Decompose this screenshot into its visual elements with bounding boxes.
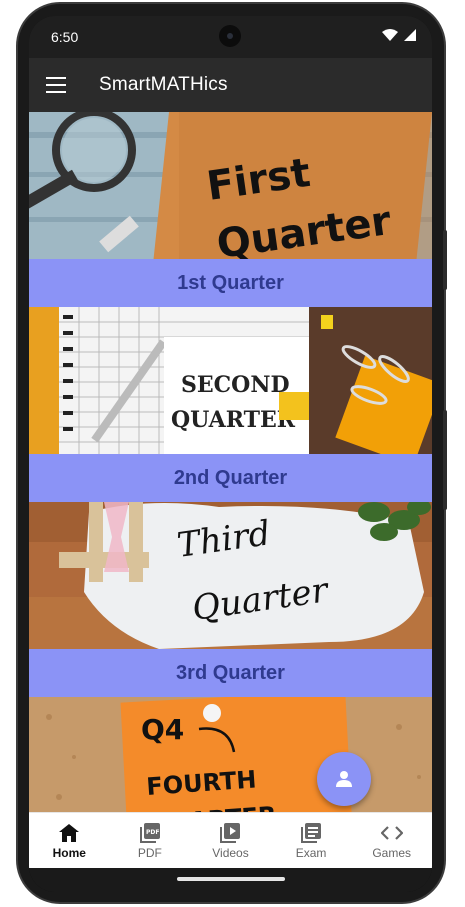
quarter-card-4[interactable]: Q4 FOURTH QUARTER bbox=[29, 697, 432, 812]
bottom-navigation: Home PDF PDF Videos Exam Games bbox=[29, 812, 432, 868]
nav-label-home: Home bbox=[52, 845, 86, 860]
second-quarter-image: SECOND QUARTER bbox=[29, 307, 432, 454]
front-camera bbox=[219, 25, 241, 47]
fourth-quarter-image: Q4 FOURTH QUARTER bbox=[29, 697, 432, 812]
volume-button bbox=[443, 410, 447, 510]
gesture-bar[interactable] bbox=[29, 868, 432, 892]
first-quarter-image: First Quarter bbox=[29, 112, 432, 259]
video-library-icon bbox=[220, 822, 241, 844]
nav-label-videos: Videos bbox=[212, 845, 249, 860]
exam-icon bbox=[301, 822, 322, 844]
code-icon bbox=[380, 822, 403, 844]
signal-icon bbox=[404, 29, 416, 41]
nav-item-pdf[interactable]: PDF PDF bbox=[110, 813, 191, 868]
quarter-card-1[interactable]: First Quarter 1st Quarter bbox=[29, 112, 432, 307]
nav-item-games[interactable]: Games bbox=[351, 813, 432, 868]
quarter-card-2[interactable]: SECOND QUARTER 2nd Quarter bbox=[29, 307, 432, 502]
power-button bbox=[443, 230, 447, 290]
quarter-card-3[interactable]: Third Quarter 3rd Quarter bbox=[29, 502, 432, 697]
profile-fab-button[interactable] bbox=[317, 752, 371, 806]
pdf-icon: PDF bbox=[139, 822, 160, 844]
image-text-q4: Q4 bbox=[141, 713, 184, 746]
person-icon bbox=[336, 771, 352, 787]
nav-label-games: Games bbox=[372, 845, 412, 860]
quarter-list[interactable]: First Quarter 1st Quarter SECOND QUARTER… bbox=[29, 112, 432, 812]
image-text-quarter-2: QUARTER bbox=[171, 407, 296, 433]
nav-label-pdf: PDF bbox=[137, 845, 162, 860]
status-time: 6:50 bbox=[51, 29, 79, 45]
third-quarter-image: Third Quarter bbox=[29, 502, 432, 649]
menu-icon[interactable] bbox=[46, 77, 66, 93]
quarter-label-2: 2nd Quarter bbox=[29, 454, 432, 502]
status-bar: 6:50 bbox=[29, 16, 432, 58]
quarter-label-1: 1st Quarter bbox=[29, 259, 432, 307]
wifi-icon bbox=[382, 29, 398, 41]
image-text-second: SECOND bbox=[181, 372, 290, 398]
app-bar: SmartMATHics bbox=[29, 58, 432, 112]
phone-screen: 6:50 SmartMATHics First Quarter 1st Quar… bbox=[29, 16, 432, 892]
home-icon bbox=[59, 822, 80, 844]
nav-label-exam: Exam bbox=[295, 845, 327, 860]
nav-item-exam[interactable]: Exam bbox=[271, 813, 352, 868]
quarter-label-3: 3rd Quarter bbox=[29, 649, 432, 697]
nav-item-videos[interactable]: Videos bbox=[190, 813, 271, 868]
app-title: SmartMATHics bbox=[99, 74, 228, 95]
status-icons bbox=[382, 29, 416, 41]
nav-item-home[interactable]: Home bbox=[29, 813, 110, 868]
svg-text:PDF: PDF bbox=[146, 829, 159, 836]
